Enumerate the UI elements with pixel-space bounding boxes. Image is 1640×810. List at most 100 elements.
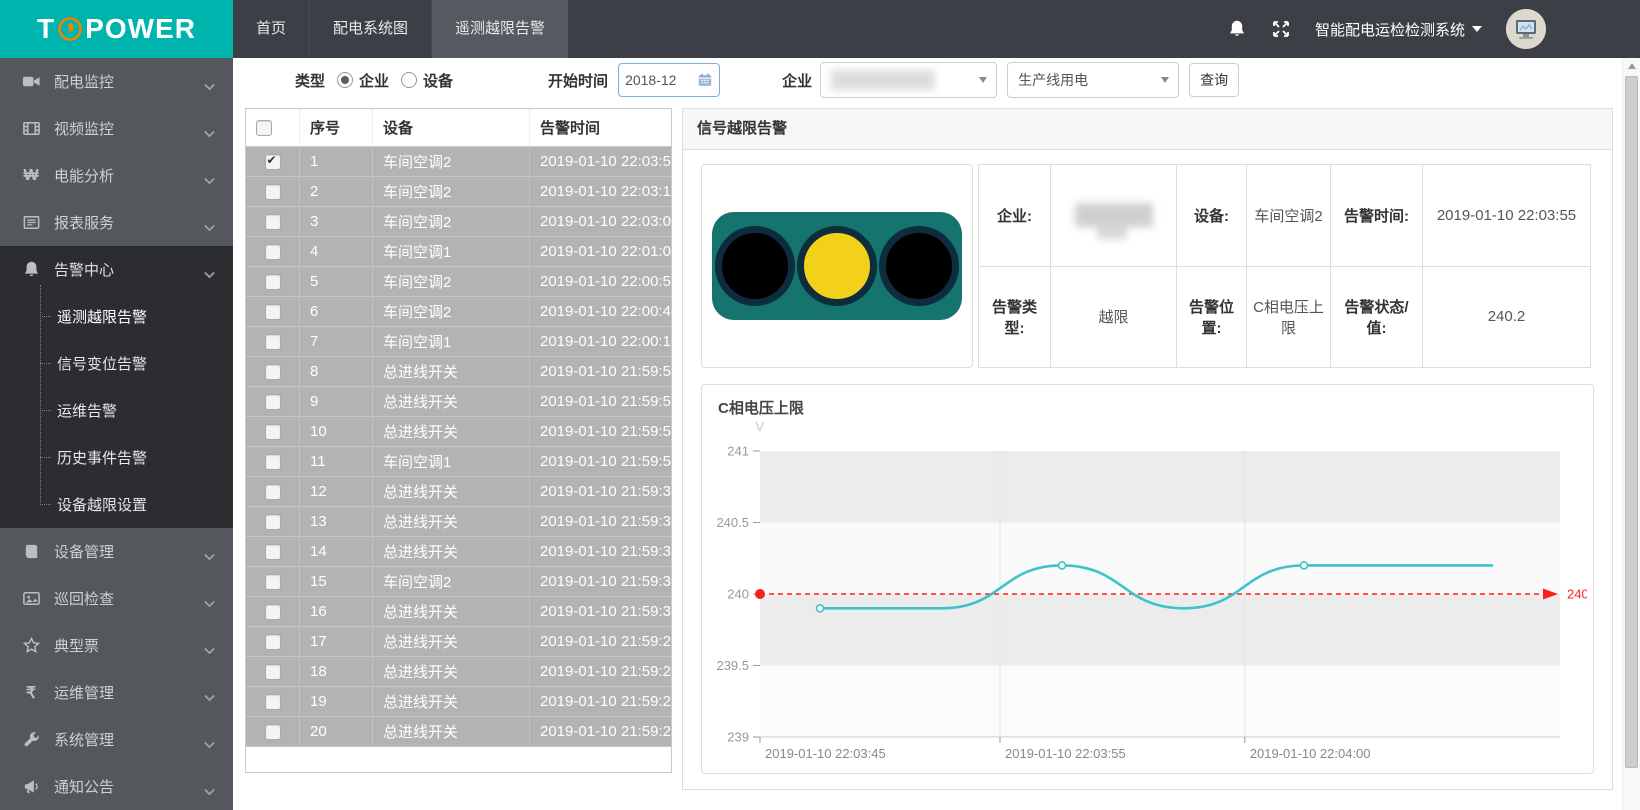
row-checkbox-cell: [246, 417, 300, 447]
row-checkbox-cell: [246, 327, 300, 357]
sidebar-item-label: 典型票: [54, 635, 99, 656]
cell-device: 总进线开关: [373, 627, 530, 657]
radio-device[interactable]: [401, 72, 417, 88]
radio-enterprise-label[interactable]: 企业: [359, 70, 389, 91]
sidebar-item-9[interactable]: ₹运维管理: [0, 669, 233, 716]
row-checkbox[interactable]: [265, 724, 281, 740]
sidebar-item-3[interactable]: ₩电能分析: [0, 152, 233, 199]
scrollbar-up-arrow[interactable]: [1623, 58, 1640, 74]
row-checkbox[interactable]: [265, 694, 281, 710]
sidebar-item-11[interactable]: 通知公告: [0, 763, 233, 810]
row-checkbox[interactable]: [265, 664, 281, 680]
sidebar-subitem-5[interactable]: 设备越限设置: [0, 481, 233, 528]
info-label-5: 告警位置:: [1177, 267, 1247, 369]
table-row[interactable]: 18总进线开关2019-01-10 21:59:27: [246, 657, 671, 687]
table-row[interactable]: 10总进线开关2019-01-10 21:59:54: [246, 417, 671, 447]
select-all-checkbox[interactable]: [256, 120, 272, 136]
row-checkbox[interactable]: [265, 244, 281, 260]
table-row[interactable]: 15车间空调22019-01-10 21:59:33: [246, 567, 671, 597]
table-row[interactable]: 9总进线开关2019-01-10 21:59:56: [246, 387, 671, 417]
radio-device-label[interactable]: 设备: [423, 70, 453, 91]
sidebar-subitem-1[interactable]: 遥测越限告警: [0, 293, 233, 340]
row-checkbox[interactable]: [265, 394, 281, 410]
sidebar-item-10[interactable]: 系统管理: [0, 716, 233, 763]
row-checkbox[interactable]: [265, 454, 281, 470]
top-tab-3[interactable]: 遥测越限告警: [431, 0, 568, 58]
row-checkbox[interactable]: [265, 304, 281, 320]
page-scrollbar[interactable]: [1622, 58, 1640, 810]
row-checkbox[interactable]: [265, 154, 281, 170]
row-checkbox[interactable]: [265, 214, 281, 230]
sidebar-item-8[interactable]: 典型票: [0, 622, 233, 669]
row-checkbox[interactable]: [265, 334, 281, 350]
user-system-menu[interactable]: 智能配电运检检测系统: [1315, 19, 1482, 40]
start-time-input[interactable]: 2018-12: [618, 63, 720, 97]
system-title: 智能配电运检检测系统: [1315, 19, 1465, 40]
notification-bell-icon[interactable]: [1227, 19, 1247, 39]
enterprise-select[interactable]: [820, 62, 997, 98]
table-row[interactable]: 6车间空调22019-01-10 22:00:45: [246, 297, 671, 327]
user-avatar[interactable]: [1506, 9, 1546, 49]
row-checkbox[interactable]: [265, 544, 281, 560]
table-row[interactable]: 1车间空调22019-01-10 22:03:55: [246, 147, 671, 177]
row-checkbox[interactable]: [265, 484, 281, 500]
sidebar-item-7[interactable]: 巡回检查: [0, 575, 233, 622]
table-row[interactable]: 5车间空调22019-01-10 22:00:55: [246, 267, 671, 297]
calendar-icon[interactable]: [697, 72, 713, 88]
table-row[interactable]: 20总进线开关2019-01-10 21:59:22: [246, 717, 671, 747]
cell-time: 2019-01-10 21:59:29: [530, 627, 672, 657]
sidebar-item-4[interactable]: 报表服务: [0, 199, 233, 246]
row-checkbox[interactable]: [265, 604, 281, 620]
table-row[interactable]: 4车间空调12019-01-10 22:01:06: [246, 237, 671, 267]
sidebar-subitem-3[interactable]: 运维告警: [0, 387, 233, 434]
table-row[interactable]: 2车间空调22019-01-10 22:03:19: [246, 177, 671, 207]
cell-no: 11: [300, 447, 373, 477]
info-label-3: 告警时间:: [1331, 165, 1423, 267]
row-checkbox-cell: [246, 597, 300, 627]
panel-title: 信号越限告警: [683, 109, 1612, 150]
table-row[interactable]: 8总进线开关2019-01-10 21:59:59: [246, 357, 671, 387]
table-row[interactable]: 13总进线开关2019-01-10 21:59:37: [246, 507, 671, 537]
top-tab-1[interactable]: 首页: [233, 0, 309, 58]
row-checkbox[interactable]: [265, 634, 281, 650]
row-checkbox[interactable]: [265, 424, 281, 440]
column-header-1: 序号: [300, 109, 373, 147]
table-row[interactable]: 14总进线开关2019-01-10 21:59:34: [246, 537, 671, 567]
sidebar-item-6[interactable]: 设备管理: [0, 528, 233, 575]
row-checkbox[interactable]: [265, 574, 281, 590]
table-row[interactable]: 11车间空调12019-01-10 21:59:54: [246, 447, 671, 477]
info-value-5: C相电压上限: [1247, 267, 1331, 369]
sidebar: 配电监控视频监控₩电能分析报表服务告警中心遥测越限告警信号变位告警运维告警历史事…: [0, 58, 233, 810]
y-tick-label: 239: [727, 730, 749, 745]
row-checkbox[interactable]: [265, 184, 281, 200]
scrollbar-thumb[interactable]: [1625, 76, 1638, 768]
sidebar-item-1[interactable]: 配电监控: [0, 58, 233, 105]
y-tick-label: 240.5: [716, 515, 749, 530]
fullscreen-icon[interactable]: [1271, 19, 1291, 39]
line-select[interactable]: 生产线用电: [1007, 62, 1179, 98]
cell-no: 8: [300, 357, 373, 387]
traffic-light: [712, 212, 962, 320]
table-row[interactable]: 3车间空调22019-01-10 22:03:05: [246, 207, 671, 237]
table-row[interactable]: 16总进线开关2019-01-10 21:59:30: [246, 597, 671, 627]
radio-enterprise[interactable]: [337, 72, 353, 88]
sidebar-item-5[interactable]: 告警中心: [0, 246, 233, 293]
cell-device: 车间空调2: [373, 177, 530, 207]
table-row[interactable]: 7车间空调12019-01-10 22:00:17: [246, 327, 671, 357]
sidebar-subitem-2[interactable]: 信号变位告警: [0, 340, 233, 387]
chart-card: C相电压上限 241240.5240239.52392019-01-10 22:…: [701, 384, 1594, 774]
top-tab-2[interactable]: 配电系统图: [309, 0, 431, 58]
table-row[interactable]: 19总进线开关2019-01-10 21:59:24: [246, 687, 671, 717]
table-row[interactable]: 12总进线开关2019-01-10 21:59:39: [246, 477, 671, 507]
threshold-label: 240: [1567, 587, 1587, 602]
row-checkbox[interactable]: [265, 364, 281, 380]
row-checkbox[interactable]: [265, 514, 281, 530]
cell-time: 2019-01-10 21:59:54: [530, 447, 672, 477]
sidebar-subitem-4[interactable]: 历史事件告警: [0, 434, 233, 481]
query-button[interactable]: 查询: [1189, 63, 1239, 97]
cell-time: 2019-01-10 21:59:59: [530, 357, 672, 387]
sidebar-item-2[interactable]: 视频监控: [0, 105, 233, 152]
table-row[interactable]: 17总进线开关2019-01-10 21:59:29: [246, 627, 671, 657]
row-checkbox[interactable]: [265, 274, 281, 290]
type-label: 类型: [295, 70, 325, 91]
